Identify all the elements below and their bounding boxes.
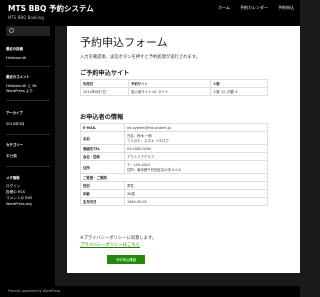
furigana-line: フリガナ：スズキ イチロウ (127, 139, 169, 143)
row-label: 住所 (80, 160, 125, 174)
row-label: 年齢 (80, 189, 125, 198)
sidebar-link-login[interactable]: ログイン (6, 184, 52, 189)
requests-subheading: ご要望・ご質問 (80, 173, 268, 182)
column-header: 予約サイト (128, 79, 211, 88)
site-description: MTS BBQ Booking (8, 15, 44, 20)
row-value: mt-system@mt-system.jp (124, 123, 268, 132)
row-value: 30歳 (124, 189, 268, 198)
row-value: 氏名：鈴木 一郎 フリガナ：スズキ イチロウ (124, 131, 268, 145)
table-subhead-row: ご要望・ご質問 (80, 173, 268, 182)
column-header: 人数 (210, 79, 268, 88)
table-row: 住所 〒：100-0001 住所：東京都千代田区丸の内 0-0-0 (80, 160, 268, 174)
row-label: 名前 (80, 131, 125, 145)
table-row: 会社・団体 アウトドアクラブ (80, 152, 268, 161)
sidebar-heading-archives: アーカイブ (6, 111, 23, 115)
applicant-table: E-MAIL mt-system@mt-system.jp 名前 氏名：鈴木 一… (80, 123, 268, 206)
table-row: 性別 男性 (80, 181, 268, 190)
row-label: E-MAIL (80, 123, 125, 132)
row-value: 03-0000-0000 (124, 144, 268, 153)
row-label: 連絡先TEL (80, 144, 125, 153)
sidebar-heading-recent-posts: 最近の投稿 (6, 47, 23, 51)
site-footer: Proudly powered by WordPress (0, 286, 300, 297)
reservation-heading: ご予約申込サイト (80, 70, 130, 77)
sidebar-link-archive[interactable]: 2014年3月 (6, 122, 52, 127)
sidebar-link-comment[interactable]: Helloworld! に Mr WordPress より (6, 84, 52, 94)
sidebar-divider (6, 166, 50, 167)
sidebar-link-posts-rss[interactable]: 投稿の RSS (6, 190, 52, 195)
footer-credit[interactable]: Proudly powered by WordPress (8, 289, 60, 293)
table-row: 年齢 30歳 (80, 189, 268, 198)
confirm-booking-button[interactable]: 予約申込確認 (107, 255, 145, 264)
site-header: MTS BBQ 予約システム MTS BBQ Booking ホーム 予約カレン… (0, 0, 300, 26)
sidebar: 最近の投稿 Helloworld! 最近のコメント Helloworld! に … (0, 26, 55, 297)
column-header: 利用日 (80, 79, 129, 88)
table-cell: 炭火用サイト A1 サイト (128, 87, 211, 96)
row-label: 会社・団体 (80, 152, 125, 161)
nav-booking[interactable]: 予約申込 (278, 5, 294, 11)
search-input[interactable] (6, 26, 50, 36)
row-label: 性別 (80, 181, 125, 190)
search-icon (9, 28, 14, 33)
address-line: 住所：東京都千代田区丸の内 0-0-0 (127, 168, 182, 172)
sidebar-divider (6, 66, 50, 67)
table-row: 名前 氏名：鈴木 一郎 フリガナ：スズキ イチロウ (80, 131, 268, 145)
sidebar-divider (6, 134, 50, 135)
table-row: 連絡先TEL 03-0000-0000 (80, 144, 268, 153)
row-value: 〒：100-0001 住所：東京都千代田区丸の内 0-0-0 (124, 160, 268, 174)
sidebar-heading-meta: メタ情報 (6, 176, 20, 180)
row-value: 1984-05-05 (124, 197, 268, 206)
sidebar-divider (6, 100, 50, 101)
table-cell: 2014年6月7日 (80, 87, 129, 96)
intro-text: 入力を確認後、送信ボタンを押すと予約処理が実行されます。 (80, 55, 200, 60)
sidebar-link-category[interactable]: 未分類 (6, 154, 52, 159)
sidebar-link-post[interactable]: Helloworld! (6, 56, 52, 61)
row-value: アウトドアクラブ (124, 152, 268, 161)
row-value: 男性 (124, 181, 268, 190)
page-title: 予約申込フォーム (80, 36, 168, 49)
table-row: 2014年6月7日 炭火用サイト A1 サイト 人数 12, 内数 4 (80, 87, 268, 96)
table-row: E-MAIL mt-system@mt-system.jp (80, 123, 268, 132)
sidebar-link-comments-rss[interactable]: コメントの RSS (6, 196, 52, 201)
primary-nav: ホーム 予約カレンダー 予約申込 (218, 5, 294, 11)
main-content: 予約申込フォーム 入力を確認後、送信ボタンを押すと予約処理が実行されます。 ご予… (67, 26, 300, 273)
sidebar-link-wordpress[interactable]: WordPress.org (6, 202, 52, 207)
privacy-agreement-note: ※プライバシーポリシーに同意します。 (80, 236, 157, 241)
nav-home[interactable]: ホーム (218, 5, 230, 11)
sidebar-heading-categories: カテゴリー (6, 143, 23, 147)
applicant-heading: お申込者の情報 (80, 114, 124, 121)
privacy-policy-link[interactable]: プライバシーポリシーはこちら (80, 242, 140, 248)
sidebar-heading-recent-comments: 最近のコメント (6, 75, 30, 79)
table-header-row: 利用日 予約サイト 人数 (80, 79, 268, 88)
table-row: 生年月日 1984-05-05 (80, 197, 268, 206)
row-label: 生年月日 (80, 197, 125, 206)
reservation-table: 利用日 予約サイト 人数 2014年6月7日 炭火用サイト A1 サイト 人数 … (80, 79, 268, 96)
nav-calendar[interactable]: 予約カレンダー (240, 5, 268, 11)
table-cell: 人数 12, 内数 4 (210, 87, 268, 96)
site-title[interactable]: MTS BBQ 予約システム (8, 3, 94, 14)
